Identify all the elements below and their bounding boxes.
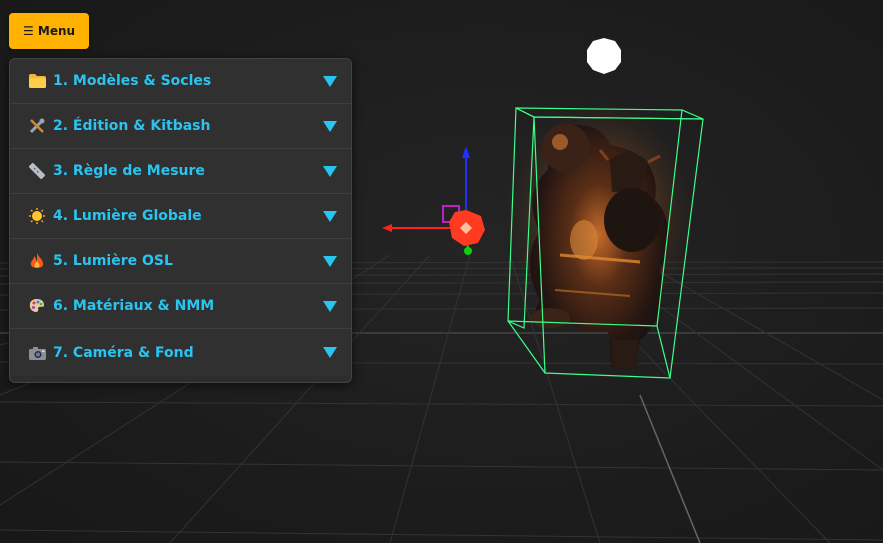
accordion-item-materials[interactable]: 6. Matériaux & NMM [10, 284, 351, 329]
folder-icon [28, 72, 46, 90]
chevron-down-icon [323, 165, 337, 177]
accordion-item-label: 4. Lumière Globale [53, 208, 202, 224]
accordion-item-models[interactable]: 1. Modèles & Socles [10, 59, 351, 104]
transform-gizmo[interactable] [382, 146, 485, 255]
ruler-icon [28, 162, 46, 180]
menu-button-label: ☰ Menu [22, 24, 76, 38]
chevron-down-icon [323, 255, 337, 267]
accordion-item-label: 6. Matériaux & NMM [53, 298, 215, 314]
tools-icon [28, 117, 46, 135]
accordion-item-label: 3. Règle de Mesure [53, 163, 205, 179]
menu-button[interactable]: ☰ Menu [9, 13, 89, 49]
camera-icon [28, 344, 46, 362]
accordion-item-label: 5. Lumière OSL [53, 253, 173, 269]
palette-icon [28, 297, 46, 315]
settings-accordion-panel: 1. Modèles & Socles 2. Édition & Kitbash… [9, 58, 352, 383]
chevron-down-icon [323, 347, 337, 358]
chevron-down-icon [323, 300, 337, 312]
chevron-down-icon [323, 120, 337, 132]
chevron-down-icon [323, 75, 337, 87]
fire-icon [28, 252, 46, 270]
light-source-sphere[interactable] [587, 38, 621, 74]
accordion-item-label: 2. Édition & Kitbash [53, 118, 211, 134]
accordion-item-editing[interactable]: 2. Édition & Kitbash [10, 104, 351, 149]
chevron-down-icon [323, 210, 337, 222]
accordion-item-measure[interactable]: 3. Règle de Mesure [10, 149, 351, 194]
accordion-item-label: 7. Caméra & Fond [53, 344, 194, 361]
accordion-item-osl-light[interactable]: 5. Lumière OSL [10, 239, 351, 284]
accordion-item-label: 1. Modèles & Socles [53, 73, 212, 89]
sun-icon [28, 207, 46, 225]
accordion-item-global-light[interactable]: 4. Lumière Globale [10, 194, 351, 239]
accordion-item-camera[interactable]: 7. Caméra & Fond [10, 329, 351, 376]
